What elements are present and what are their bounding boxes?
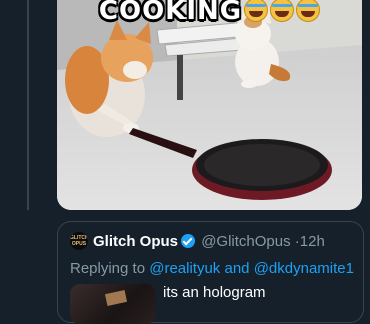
mention-conjunction[interactable]: and (224, 260, 249, 277)
display-name[interactable]: Glitch Opus (93, 233, 178, 250)
quoted-tweet-card[interactable]: GLITCH OPUS Glitch Opus @GlitchOpus ·12h… (57, 221, 364, 324)
rolling-on-floor-laughing-icon (270, 0, 295, 22)
tweet-header: Glitch Opus @GlitchOpus ·12h (93, 233, 325, 250)
quoted-media-thumbnail[interactable] (70, 284, 156, 324)
cats-and-pan-image (57, 0, 362, 210)
video-caption: COOKING (57, 0, 362, 26)
replying-to-line: Replying to @realityuk and @dkdynamite1 (70, 260, 354, 277)
tweet-media-video[interactable]: COOKING (57, 0, 362, 210)
avatar[interactable]: GLITCH OPUS (70, 232, 88, 250)
quoted-tweet-text: its an hologram (163, 284, 266, 301)
replying-to-label: Replying to (70, 260, 146, 277)
rolling-on-floor-laughing-icon (244, 0, 269, 22)
caption-text: COOKING (98, 0, 243, 26)
verified-badge-icon (181, 234, 196, 248)
avatar-logo-text: GLITCH OPUS (70, 235, 88, 247)
rolling-on-floor-laughing-icon (296, 0, 321, 22)
handle[interactable]: @GlitchOpus (201, 233, 290, 250)
timestamp[interactable]: 12h (300, 233, 325, 250)
mention-link-dkdynamite1[interactable]: @dkdynamite1 (254, 260, 354, 277)
mention-link-realityuk[interactable]: @realityuk (149, 260, 220, 277)
thread-connector-line (27, 0, 29, 210)
